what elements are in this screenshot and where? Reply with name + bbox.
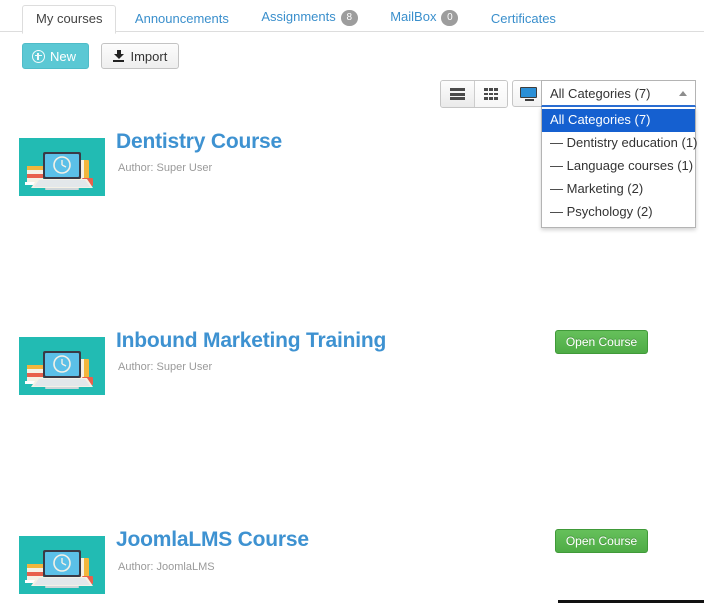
- course-thumbnail[interactable]: [19, 337, 105, 395]
- download-icon: [113, 50, 125, 62]
- horizontal-scrollbar[interactable]: [558, 600, 704, 603]
- tab-mailbox[interactable]: MailBox 0: [376, 3, 472, 33]
- tab-label: Announcements: [134, 11, 229, 26]
- grid-view-button[interactable]: [474, 81, 507, 107]
- laptop-books-course-thumbnail-art: [19, 536, 105, 594]
- list-view-button[interactable]: [441, 81, 474, 107]
- open-course-button[interactable]: Open Course: [555, 529, 648, 553]
- mailbox-count-badge: 0: [441, 10, 459, 26]
- category-option[interactable]: — Marketing (2): [542, 178, 695, 201]
- tab-announcements[interactable]: Announcements: [121, 5, 243, 33]
- course-title-text: Inbound Marketing Training: [116, 329, 387, 352]
- course-row: JoomlaLMS Course Author: JoomlaLMS Open …: [0, 511, 704, 606]
- course-title[interactable]: Inbound Marketing Training: [116, 329, 386, 353]
- tab-my-courses[interactable]: My courses: [22, 5, 117, 34]
- laptop-books-course-thumbnail-art: [19, 138, 105, 196]
- category-select-box[interactable]: All Categories (7): [541, 80, 696, 107]
- grid-view-icon: [484, 88, 498, 100]
- course-author: Author: Super User: [118, 162, 213, 174]
- course-title-text: Dentistry Course: [116, 130, 283, 153]
- tab-label: Assignments: [261, 9, 336, 24]
- tab-label: MailBox: [390, 9, 437, 24]
- course-row: Inbound Marketing Training Author: Super…: [0, 312, 704, 412]
- course-author: Author: JoomlaLMS: [118, 561, 215, 573]
- course-thumbnail[interactable]: [19, 138, 105, 196]
- assignments-count-badge: 8: [340, 10, 358, 26]
- presentation-view-icon: [519, 86, 539, 101]
- view-mode-switcher: [440, 80, 508, 108]
- category-selected-label: All Categories (7): [550, 85, 651, 101]
- course-thumbnail[interactable]: [19, 536, 105, 594]
- course-title[interactable]: Dentistry Course: [116, 130, 282, 154]
- category-option[interactable]: — Psychology (2): [542, 201, 695, 224]
- category-filter: All Categories (7) All Categories (7) — …: [541, 80, 697, 228]
- tab-label: My courses: [36, 11, 103, 26]
- tab-label: Certificates: [490, 11, 556, 26]
- course-author: Author: Super User: [118, 361, 213, 373]
- action-toolbar: New Import: [0, 32, 704, 80]
- open-course-button[interactable]: Open Course: [555, 330, 648, 354]
- category-options-list: All Categories (7) — Dentistry education…: [541, 107, 697, 228]
- course-title-text: JoomlaLMS Course: [116, 528, 309, 551]
- main-tab-bar: My courses Announcements Assignments 8 Ma…: [0, 0, 704, 34]
- tab-assignments[interactable]: Assignments 8: [247, 3, 371, 33]
- course-list-page: My courses Announcements Assignments 8 Ma…: [0, 0, 704, 606]
- import-button-label: Import: [130, 48, 168, 64]
- new-button-label: New: [50, 48, 77, 64]
- laptop-books-course-thumbnail-art: [19, 337, 105, 395]
- list-view-icon: [450, 88, 465, 100]
- circle-plus-icon: [32, 49, 45, 63]
- import-course-button[interactable]: Import: [101, 43, 180, 69]
- category-option[interactable]: — Dentistry education (1): [542, 132, 697, 155]
- category-option[interactable]: — Language courses (1): [542, 155, 695, 178]
- category-option[interactable]: All Categories (7): [542, 109, 695, 132]
- tab-certificates[interactable]: Certificates: [477, 5, 570, 33]
- chevron-up-icon: [679, 90, 687, 96]
- new-course-button[interactable]: New: [22, 43, 90, 69]
- course-title[interactable]: JoomlaLMS Course: [116, 528, 309, 552]
